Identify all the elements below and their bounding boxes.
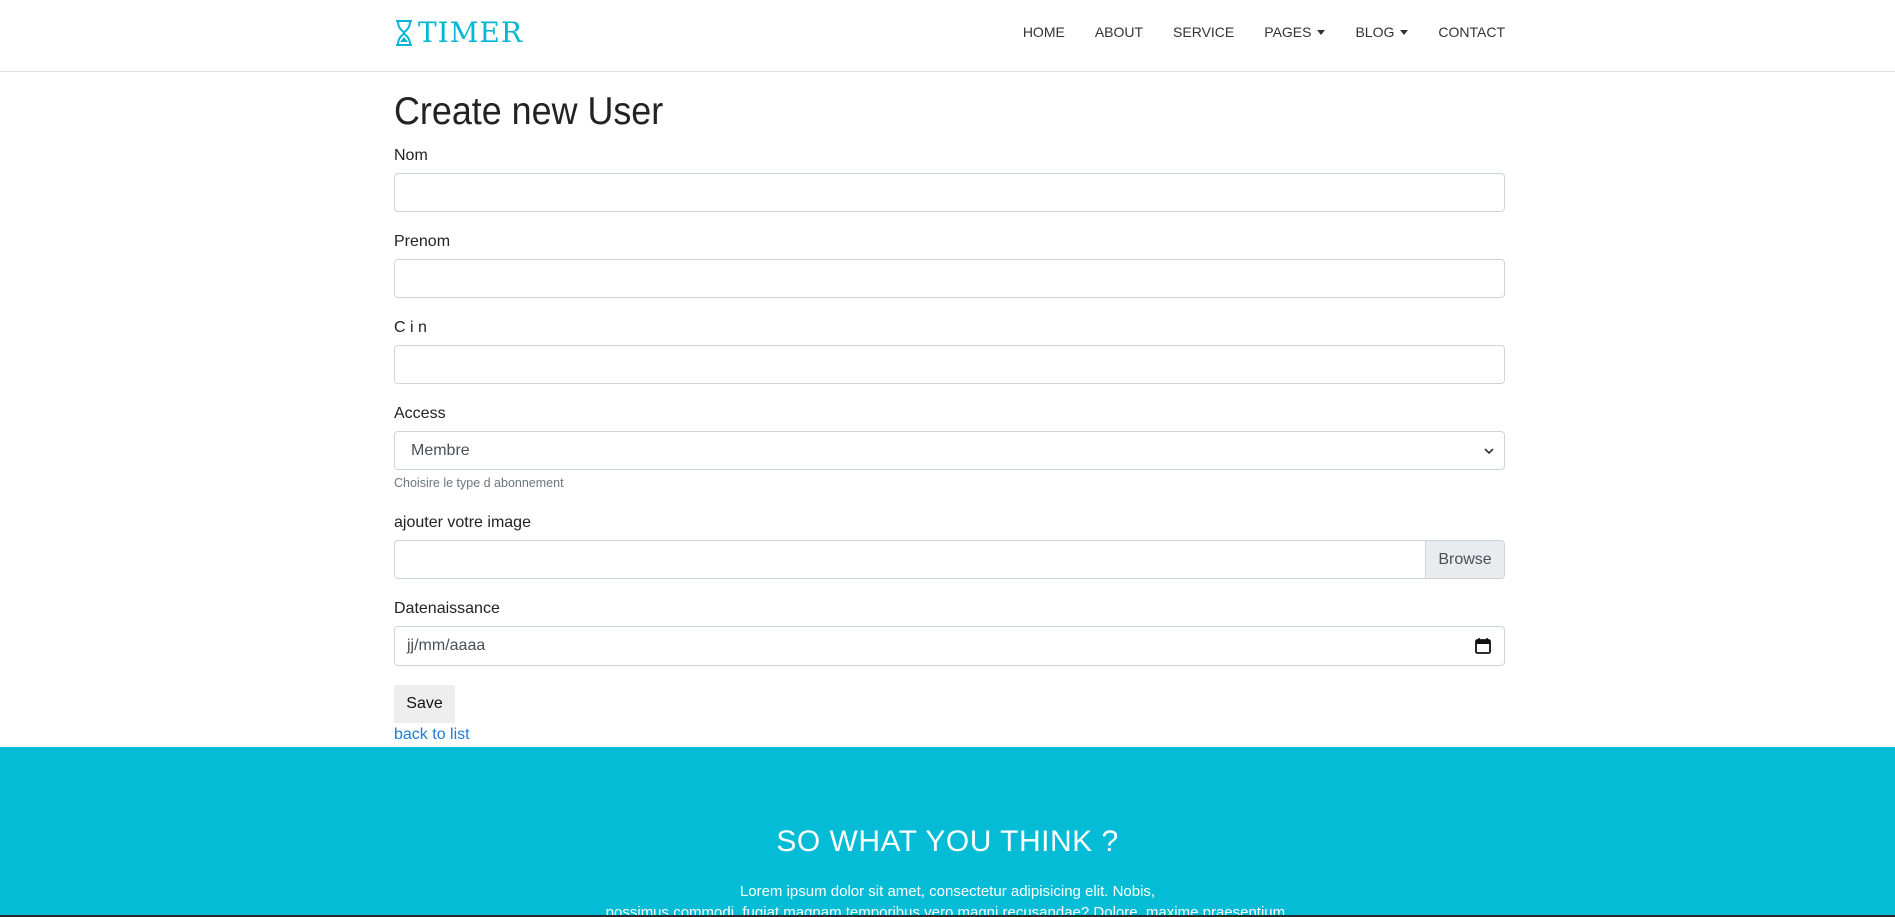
nav-item-label: PAGES: [1264, 24, 1312, 40]
image-file-input[interactable]: Browse: [394, 540, 1505, 579]
page-title: Create new User: [394, 90, 664, 133]
save-button[interactable]: Save: [394, 685, 455, 723]
nav-item-service[interactable]: SERVICE: [1173, 0, 1234, 64]
nav-item-pages[interactable]: PAGES: [1264, 0, 1326, 64]
nav-item-about[interactable]: ABOUT: [1095, 0, 1143, 64]
chevron-down-icon: [1484, 447, 1494, 454]
back-to-list-link[interactable]: back to list: [394, 726, 470, 744]
nav-item-blog[interactable]: BLOG: [1355, 0, 1409, 64]
prenom-field[interactable]: [394, 259, 1505, 298]
feedback-line-2: possimus commodi, fugiat magnam temporib…: [605, 904, 1290, 917]
access-select[interactable]: Membre: [394, 431, 1505, 470]
nom-label: Nom: [394, 147, 428, 164]
create-user-form: Create new User Nom Prenom C i n Access …: [394, 72, 1505, 743]
feedback-text: Lorem ipsum dolor sit amet, consectetur …: [0, 881, 1895, 917]
brand-name: TIMER: [418, 16, 523, 49]
image-label: ajouter votre image: [394, 514, 531, 531]
browse-button[interactable]: Browse: [1425, 541, 1504, 578]
nom-group: Nom: [394, 146, 1505, 212]
nav-item-label: SERVICE: [1173, 24, 1235, 40]
image-group: ajouter votre image Browse: [394, 513, 1505, 579]
date-placeholder: jj/mm/aaaa: [407, 637, 486, 654]
nom-field[interactable]: [394, 173, 1505, 212]
cin-label: C i n: [394, 319, 427, 336]
access-group: Access Membre Choisire le type d abonnem…: [394, 404, 1505, 490]
access-selected-value: Membre: [411, 441, 470, 459]
main-nav: HOME ABOUT SERVICE PAGES BLOG CONTACT: [993, 0, 1505, 64]
access-help-text: Choisire le type d abonnement: [394, 476, 564, 490]
calendar-icon[interactable]: [1474, 637, 1492, 655]
feedback-title: SO WHAT YOU THINK ?: [776, 825, 1119, 858]
nav-item-label: CONTACT: [1438, 24, 1505, 40]
date-group: Datenaissance jj/mm/aaaa: [394, 599, 1505, 666]
nav-item-contact[interactable]: CONTACT: [1438, 0, 1505, 64]
date-label: Datenaissance: [394, 600, 500, 617]
feedback-section: SO WHAT YOU THINK ? Lorem ipsum dolor si…: [0, 747, 1895, 917]
nav-item-label: ABOUT: [1094, 24, 1144, 40]
cin-group: C i n: [394, 318, 1505, 384]
prenom-label: Prenom: [394, 233, 451, 250]
nav-item-label: BLOG: [1355, 24, 1395, 40]
nav-item-home[interactable]: HOME: [1023, 0, 1065, 64]
birthdate-field[interactable]: jj/mm/aaaa: [394, 626, 1505, 666]
feedback-line-1: Lorem ipsum dolor sit amet, consectetur …: [739, 883, 1156, 900]
caret-down-icon: [1400, 29, 1409, 35]
hourglass-icon: [394, 19, 414, 47]
cin-field[interactable]: [394, 345, 1505, 384]
nav-item-label: HOME: [1022, 24, 1065, 40]
caret-down-icon: [1317, 29, 1326, 35]
prenom-group: Prenom: [394, 232, 1505, 298]
brand-logo[interactable]: TIMER: [394, 18, 523, 48]
access-label: Access: [394, 405, 446, 422]
top-navbar: TIMER HOME ABOUT SERVICE PAGES BLOG CONT…: [0, 0, 1895, 72]
